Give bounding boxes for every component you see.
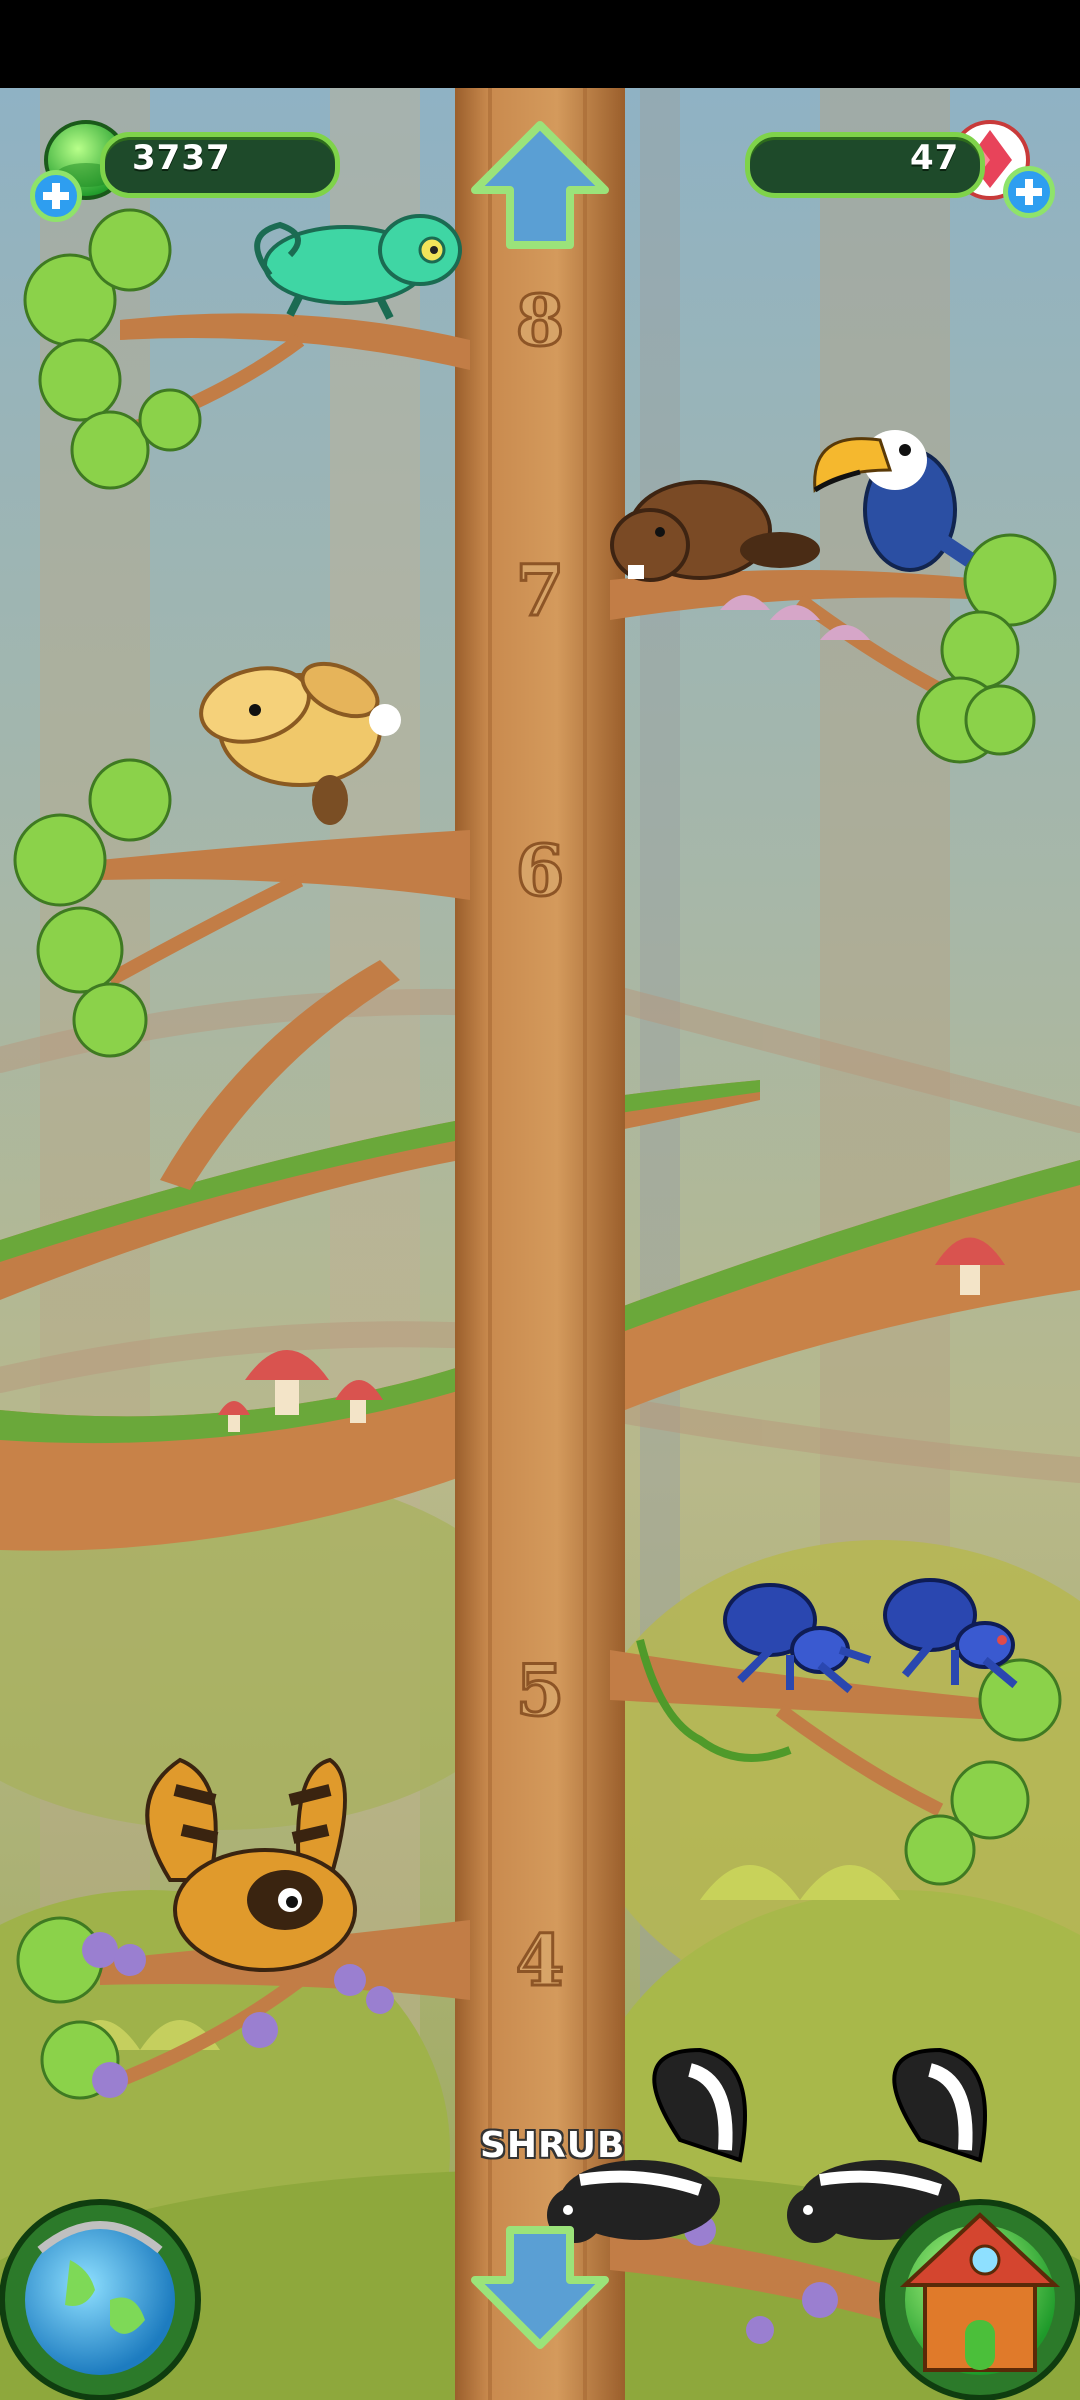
level-number-8: 8 xyxy=(516,279,565,362)
tree-trunk xyxy=(455,88,625,2400)
level-number-6: 6 xyxy=(516,829,565,912)
game-scene: 8 7 6 5 4 xyxy=(0,0,1080,2400)
world-map-button[interactable] xyxy=(0,2199,201,2400)
level-number-5: 5 xyxy=(516,1649,565,1732)
level-number-7: 7 xyxy=(516,549,565,632)
home-button[interactable] xyxy=(879,2199,1080,2400)
add-gems-button[interactable] xyxy=(1003,166,1055,218)
gem-amount: 47 xyxy=(910,138,960,178)
level-number-4: 4 xyxy=(516,1919,565,2002)
currency-amount: 3737 xyxy=(132,138,231,178)
current-level-label: SHRUB xyxy=(480,2125,626,2166)
add-currency-button[interactable] xyxy=(30,170,82,222)
